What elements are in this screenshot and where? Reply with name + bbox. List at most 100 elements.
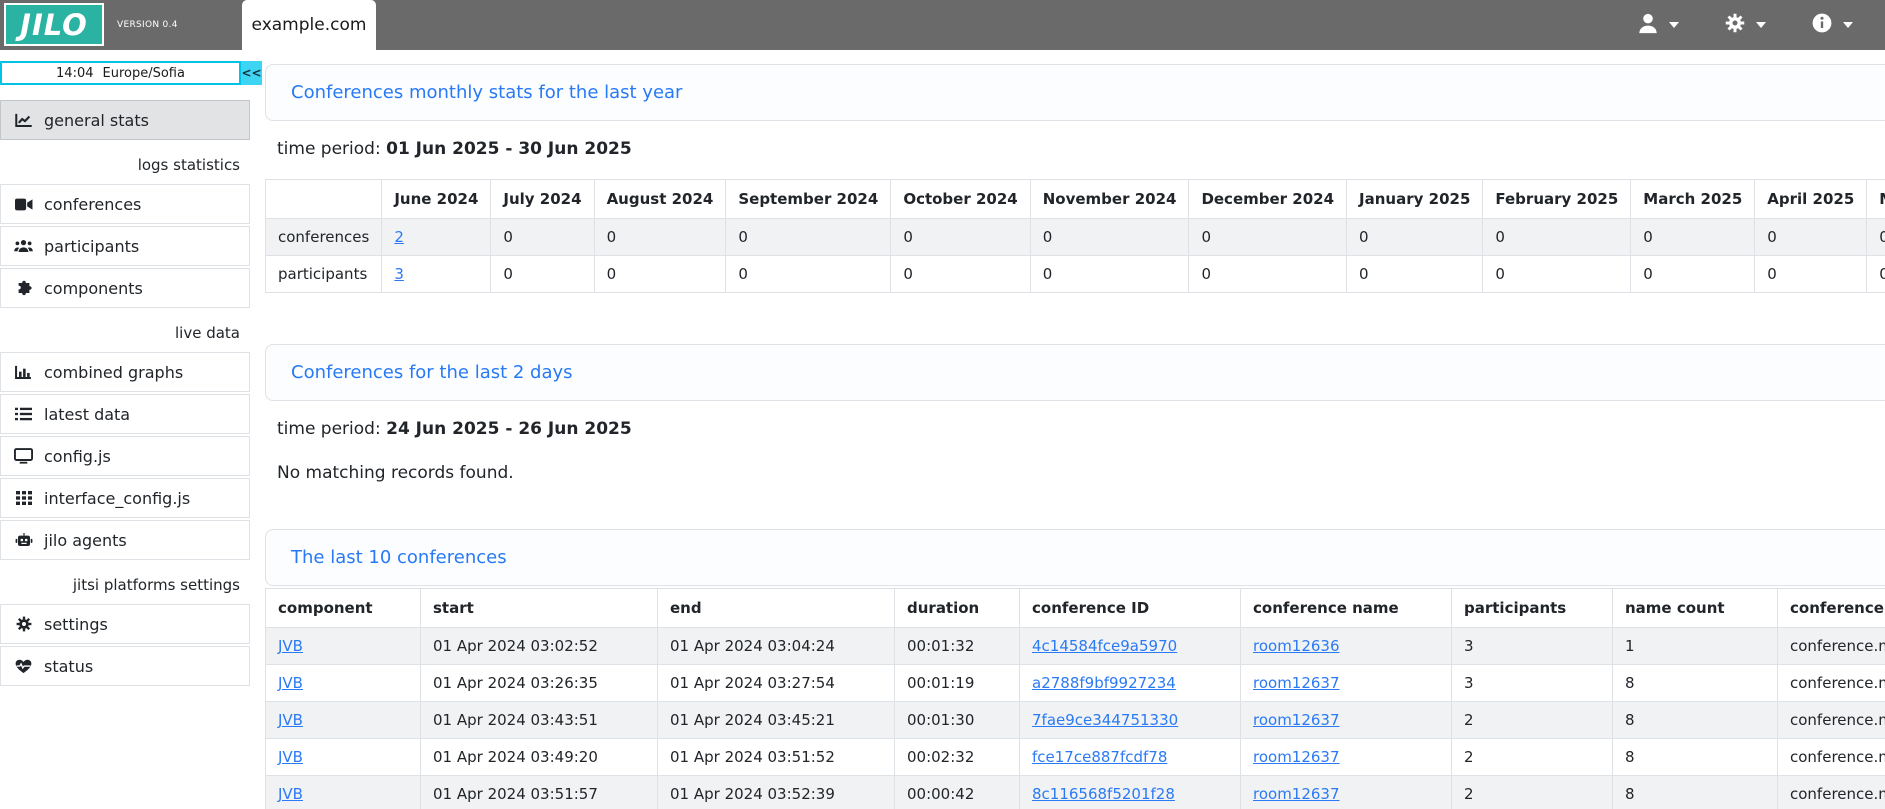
row-label: conferences bbox=[266, 219, 382, 256]
grid-icon bbox=[14, 491, 33, 505]
conference-id: 8c116568f5201f28 bbox=[1020, 776, 1241, 809]
conference-name-link[interactable]: room12637 bbox=[1253, 711, 1340, 729]
stat-cell: 0 bbox=[594, 219, 726, 256]
last-10-column-header: conference host bbox=[1778, 589, 1885, 628]
conference-id-link[interactable]: fce17ce887fcdf78 bbox=[1032, 748, 1167, 766]
conference-row: JVB01 Apr 2024 03:02:5201 Apr 2024 03:04… bbox=[266, 628, 1885, 665]
stat-cell: 0 bbox=[594, 256, 726, 293]
sidebar-item-label: conferences bbox=[44, 195, 141, 214]
panel-title-last-2-days[interactable]: Conferences for the last 2 days bbox=[291, 362, 1885, 383]
conference-name-link[interactable]: room12637 bbox=[1253, 674, 1340, 692]
conference-name-link[interactable]: room12637 bbox=[1253, 748, 1340, 766]
stat-cell: 0 bbox=[1867, 256, 1885, 293]
sidebar-item-label: combined graphs bbox=[44, 363, 183, 382]
sidebar-item-label: config.js bbox=[44, 447, 111, 466]
component-link[interactable]: JVB bbox=[278, 674, 303, 692]
tab-label: example.com bbox=[252, 15, 367, 35]
start-cell: 01 Apr 2024 03:49:20 bbox=[421, 739, 658, 776]
duration-cell: 00:01:32 bbox=[895, 628, 1020, 665]
monthly-column-header: October 2024 bbox=[891, 180, 1030, 219]
panel-monthly-stats: Conferences monthly stats for the last y… bbox=[265, 64, 1885, 121]
no-records-message: No matching records found. bbox=[277, 463, 1885, 483]
version-label: VERSION 0.4 bbox=[117, 20, 178, 30]
conference-name-link[interactable]: room12637 bbox=[1253, 785, 1340, 803]
start-cell: 01 Apr 2024 03:26:35 bbox=[421, 665, 658, 702]
sidebar-item-label: general stats bbox=[44, 111, 149, 130]
bar-chart-icon bbox=[14, 365, 33, 380]
conference-name: room12637 bbox=[1241, 702, 1452, 739]
monthly-column-header: November 2024 bbox=[1030, 180, 1189, 219]
info-menu-button[interactable] bbox=[1812, 13, 1853, 37]
monthly-column-header: February 2025 bbox=[1483, 180, 1631, 219]
participants-count-link[interactable]: 3 bbox=[394, 265, 404, 283]
chevron-down-icon bbox=[1669, 22, 1679, 28]
sidebar-item-latest-data[interactable]: latest data bbox=[0, 394, 250, 434]
sidebar-item-label: components bbox=[44, 279, 143, 298]
settings-menu-button[interactable] bbox=[1725, 13, 1766, 37]
gear-icon bbox=[14, 616, 33, 632]
last-10-column-header: participants bbox=[1452, 589, 1613, 628]
monthly-time-period: time period: 01 Jun 2025 - 30 Jun 2025 bbox=[277, 139, 1885, 159]
conference-row: JVB 01 Apr 2024 03:49:2001 Apr 2024 03:51… bbox=[266, 739, 1885, 776]
sidebar-item-jilo-agents[interactable]: jilo agents bbox=[0, 520, 250, 560]
section-label-jitsi-platforms-settings: jitsi platforms settings bbox=[0, 576, 250, 596]
component-link[interactable]: JVB bbox=[278, 785, 303, 803]
conference-id-link[interactable]: a2788f9bf9927234 bbox=[1032, 674, 1176, 692]
chevron-down-icon bbox=[1756, 22, 1766, 28]
stat-cell: 0 bbox=[1631, 256, 1755, 293]
monthly-column-header: September 2024 bbox=[726, 180, 891, 219]
conference-id-link[interactable]: 4c14584fce9a5970 bbox=[1032, 637, 1177, 655]
component: JVB bbox=[266, 702, 421, 739]
sidebar: 14:04 Europe/Sofia << general stats logs… bbox=[0, 50, 262, 809]
conference-name: room12637 bbox=[1241, 739, 1452, 776]
conference-host-cell: conference.meet.example.com bbox=[1778, 776, 1885, 809]
component-link[interactable]: JVB bbox=[278, 637, 303, 655]
panel-last-10-conferences: The last 10 conferences bbox=[265, 529, 1885, 586]
sidebar-item-components[interactable]: components bbox=[0, 268, 250, 308]
monthly-column-header: August 2024 bbox=[594, 180, 726, 219]
sidebar-item-general-stats[interactable]: general stats bbox=[0, 100, 250, 140]
panel-title-monthly-stats[interactable]: Conferences monthly stats for the last y… bbox=[291, 82, 1885, 103]
stat-cell: 0 bbox=[491, 219, 594, 256]
conference-id-link[interactable]: 7fae9ce344751330 bbox=[1032, 711, 1178, 729]
conference-id-link[interactable]: 8c116568f5201f28 bbox=[1032, 785, 1175, 803]
top-bar: JILO VERSION 0.4 example.com bbox=[0, 0, 1885, 50]
sidebar-collapse-button[interactable]: << bbox=[241, 61, 262, 85]
sidebar-item-participants[interactable]: participants bbox=[0, 226, 250, 266]
sidebar-item-label: latest data bbox=[44, 405, 130, 424]
monthly-column-header: July 2024 bbox=[491, 180, 594, 219]
chart-line-icon bbox=[14, 113, 33, 128]
sidebar-item-settings[interactable]: settings bbox=[0, 604, 250, 644]
monthly-column-header bbox=[266, 180, 382, 219]
conference-name-link[interactable]: room12636 bbox=[1253, 637, 1340, 655]
tab-example-com[interactable]: example.com bbox=[242, 0, 376, 50]
sidebar-item-label: participants bbox=[44, 237, 139, 256]
chevron-down-icon bbox=[1843, 22, 1853, 28]
users-icon bbox=[14, 239, 33, 253]
name-count-cell: 8 bbox=[1613, 702, 1778, 739]
stat-cell: 0 bbox=[1189, 219, 1347, 256]
component-link[interactable]: JVB bbox=[278, 748, 303, 766]
sidebar-item-config-js[interactable]: config.js bbox=[0, 436, 250, 476]
sidebar-item-status[interactable]: status bbox=[0, 646, 250, 686]
stat-cell: 0 bbox=[726, 256, 891, 293]
sidebar-item-conferences[interactable]: conferences bbox=[0, 184, 250, 224]
last-10-column-header: name count bbox=[1613, 589, 1778, 628]
sidebar-item-label: interface_config.js bbox=[44, 489, 190, 508]
panel-title-last-10-conferences[interactable]: The last 10 conferences bbox=[291, 547, 1885, 568]
jilo-logo: JILO bbox=[4, 3, 104, 46]
stat-cell: 0 bbox=[1030, 256, 1189, 293]
component: JVB bbox=[266, 739, 421, 776]
stat-cell: 0 bbox=[1867, 219, 1885, 256]
conference-id: 4c14584fce9a5970 bbox=[1020, 628, 1241, 665]
end-cell: 01 Apr 2024 03:51:52 bbox=[658, 739, 895, 776]
participants-cell: 2 bbox=[1452, 776, 1613, 809]
user-menu-button[interactable] bbox=[1638, 13, 1679, 38]
component-link[interactable]: JVB bbox=[278, 711, 303, 729]
sidebar-item-combined-graphs[interactable]: combined graphs bbox=[0, 352, 250, 392]
conferences-count-link[interactable]: 2 bbox=[394, 228, 404, 246]
conference-id: fce17ce887fcdf78 bbox=[1020, 739, 1241, 776]
start-cell: 01 Apr 2024 03:43:51 bbox=[421, 702, 658, 739]
stat-cell: 0 bbox=[1189, 256, 1347, 293]
sidebar-item-interface-config-js[interactable]: interface_config.js bbox=[0, 478, 250, 518]
